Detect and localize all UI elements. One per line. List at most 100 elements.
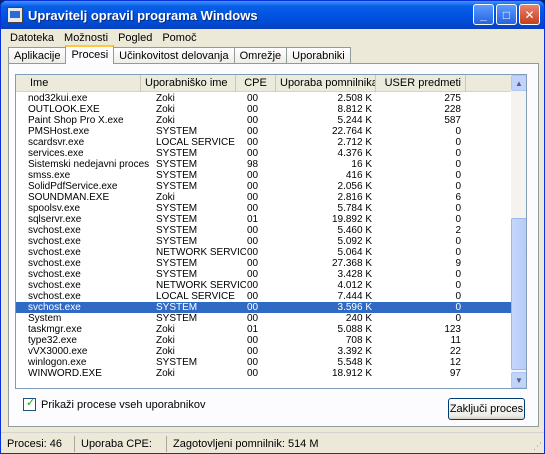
process-user-objects: 0 (455, 170, 461, 181)
tab-networking[interactable]: Omrežje (233, 47, 288, 64)
process-cpu: 00 (247, 148, 259, 159)
tab-performance[interactable]: Učinkovitost delovanja (113, 47, 235, 64)
process-memory: 5.244 K (337, 115, 372, 126)
column-user[interactable]: Uporabniško ime (141, 75, 236, 92)
process-row[interactable]: System SYSTEM 00 240 K 0 (16, 313, 511, 324)
process-row[interactable]: winlogon.exe SYSTEM 00 5.548 K 12 (16, 357, 511, 368)
close-button[interactable]: ✕ (519, 4, 540, 25)
scroll-up-button[interactable]: ▲ (511, 75, 526, 91)
scroll-down-button[interactable]: ▼ (511, 372, 526, 388)
process-row[interactable]: spoolsv.exe SYSTEM 00 5.784 K 0 (16, 203, 511, 214)
process-user-objects: 0 (455, 159, 461, 170)
column-name[interactable]: Ime (16, 75, 141, 92)
process-user-objects: 6 (455, 192, 461, 203)
process-list[interactable]: Ime Uporabniško ime CPE Uporaba pomnilni… (15, 74, 527, 389)
process-row[interactable]: WINWORD.EXE Zoki 00 18.912 K 97 (16, 368, 511, 379)
process-row[interactable]: OUTLOOK.EXE Zoki 00 8.812 K 228 (16, 104, 511, 115)
process-row[interactable]: smss.exe SYSTEM 00 416 K 0 (16, 170, 511, 181)
end-process-button[interactable]: Zaključi proces (448, 398, 525, 420)
tab-users[interactable]: Uporabniki (286, 47, 351, 64)
show-all-users-option[interactable]: ✓ Prikaži procese vseh uporabnikov (23, 397, 205, 411)
process-user-objects: 0 (455, 280, 461, 291)
process-user-objects: 11 (450, 335, 461, 346)
menu-options[interactable]: Možnosti (59, 32, 113, 44)
process-name: smss.exe (28, 170, 71, 181)
process-cpu: 00 (247, 236, 259, 247)
process-name: spoolsv.exe (28, 203, 81, 214)
process-user: SYSTEM (156, 313, 198, 324)
process-memory: 708 K (345, 335, 372, 346)
title-bar[interactable]: Upravitelj opravil programa Windows _ □ … (1, 1, 544, 29)
maximize-icon: □ (502, 7, 511, 22)
menu-view[interactable]: Pogled (113, 32, 157, 44)
maximize-button[interactable]: □ (496, 4, 517, 25)
process-row[interactable]: svchost.exe NETWORK SERVICE 00 5.064 K 0 (16, 247, 511, 258)
process-row[interactable]: svchost.exe NETWORK SERVICE 00 4.012 K 0 (16, 280, 511, 291)
menu-help[interactable]: Pomoč (157, 32, 201, 44)
column-memory[interactable]: Uporaba pomnilnika (276, 75, 376, 92)
window-title: Upravitelj opravil programa Windows (28, 7, 258, 23)
status-bar: Procesi: 46 Uporaba CPE: 2% Zagotovljeni… (1, 432, 544, 453)
process-user-objects: 0 (455, 269, 461, 280)
process-row[interactable]: Sistemski nedejavni proces SYSTEM 98 16 K 0 (16, 159, 511, 170)
process-row[interactable]: nod32kui.exe Zoki 00 2.508 K 275 (16, 93, 511, 104)
process-row[interactable]: svchost.exe SYSTEM 00 3.428 K 0 (16, 269, 511, 280)
process-row[interactable]: SolidPdfService.exe SYSTEM 00 2.056 K 0 (16, 181, 511, 192)
process-cpu: 00 (247, 335, 259, 346)
process-user-objects: 0 (455, 148, 461, 159)
process-row[interactable]: scardsvr.exe LOCAL SERVICE 00 2.712 K 0 (16, 137, 511, 148)
process-row[interactable]: svchost.exe SYSTEM 00 5.092 K 0 (16, 236, 511, 247)
process-cpu: 00 (247, 302, 259, 313)
resize-grip-icon[interactable]: ⋰ (533, 441, 542, 452)
process-user-objects: 0 (455, 181, 461, 192)
process-row[interactable]: services.exe SYSTEM 00 4.376 K 0 (16, 148, 511, 159)
scroll-thumb[interactable] (511, 218, 526, 370)
process-cpu: 00 (247, 137, 259, 148)
process-name: scardsvr.exe (28, 137, 85, 148)
minimize-button[interactable]: _ (473, 4, 494, 25)
process-user-objects: 0 (455, 247, 461, 258)
process-row[interactable]: svchost.exe SYSTEM 00 3.596 K 0 (16, 302, 511, 313)
process-row[interactable]: svchost.exe SYSTEM 00 5.460 K 2 (16, 225, 511, 236)
process-user: SYSTEM (156, 159, 198, 170)
process-row[interactable]: taskmgr.exe Zoki 01 5.088 K 123 (16, 324, 511, 335)
process-user-objects: 0 (455, 291, 461, 302)
process-name: type32.exe (28, 335, 77, 346)
process-name: Sistemski nedejavni proces (28, 159, 150, 170)
task-manager-window: Upravitelj opravil programa Windows _ □ … (0, 0, 545, 454)
process-user-objects: 0 (455, 313, 461, 324)
process-user: Zoki (156, 335, 175, 346)
process-user: NETWORK SERVICE (156, 247, 246, 258)
process-row[interactable]: SOUNDMAN.EXE Zoki 00 2.816 K 6 (16, 192, 511, 203)
menu-file[interactable]: Datoteka (5, 32, 59, 44)
process-memory: 2.712 K (337, 137, 372, 148)
column-user-objects[interactable]: USER predmeti (376, 75, 466, 92)
process-cpu: 01 (247, 214, 259, 225)
tab-processes[interactable]: Procesi (65, 45, 115, 64)
process-memory: 2.508 K (337, 93, 372, 104)
column-filler (466, 75, 511, 92)
process-user: SYSTEM (156, 214, 198, 225)
vertical-scrollbar[interactable]: ▲ ▼ (511, 75, 526, 388)
process-row[interactable]: vVX3000.exe Zoki 00 3.392 K 22 (16, 346, 511, 357)
process-cpu: 00 (247, 192, 259, 203)
process-row[interactable]: Paint Shop Pro X.exe Zoki 00 5.244 K 587 (16, 115, 511, 126)
minimize-icon: _ (480, 7, 487, 22)
show-all-users-checkbox[interactable]: ✓ (23, 397, 36, 411)
process-memory: 416 K (345, 170, 372, 181)
process-user: SYSTEM (156, 203, 198, 214)
process-row[interactable]: sqlservr.exe SYSTEM 01 19.892 K 0 (16, 214, 511, 225)
process-memory: 5.064 K (337, 247, 372, 258)
process-memory: 3.596 K (337, 302, 372, 313)
process-cpu: 00 (247, 181, 259, 192)
column-cpu[interactable]: CPE (236, 75, 276, 92)
process-cpu: 00 (247, 280, 259, 291)
process-user-objects: 9 (455, 258, 461, 269)
process-row[interactable]: svchost.exe SYSTEM 00 27.368 K 9 (16, 258, 511, 269)
process-row[interactable]: svchost.exe LOCAL SERVICE 00 7.444 K 0 (16, 291, 511, 302)
process-row[interactable]: type32.exe Zoki 00 708 K 11 (16, 335, 511, 346)
process-row[interactable]: PMSHost.exe SYSTEM 00 22.764 K 0 (16, 126, 511, 137)
process-name: svchost.exe (28, 302, 81, 313)
process-cpu: 01 (247, 324, 259, 335)
tab-applications[interactable]: Aplikacije (8, 47, 67, 64)
